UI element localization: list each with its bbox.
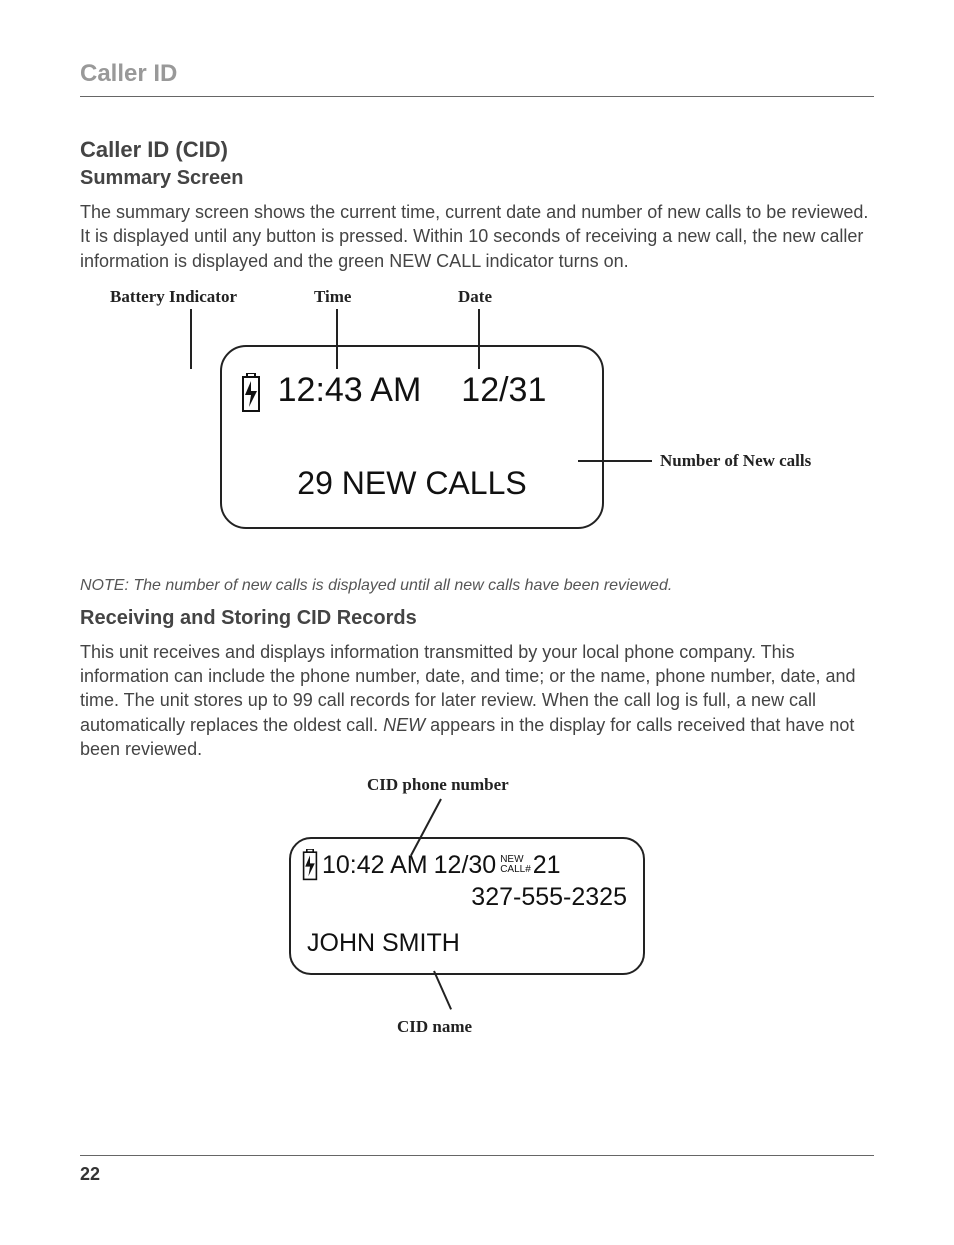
lcd-new-calls: 29 NEW CALLS	[222, 465, 602, 502]
lcd-phone-number: 327-555-2325	[471, 883, 627, 912]
label-battery-indicator: Battery Indicator	[110, 287, 237, 307]
callout-line	[433, 971, 452, 1010]
lcd-name: JOHN SMITH	[307, 929, 460, 958]
paragraph-receiving: This unit receives and displays informat…	[80, 640, 874, 761]
callout-line	[190, 309, 192, 369]
lcd-time: 12:43 AM	[278, 371, 422, 410]
figure-cid-record: CID phone number 10:42 AM 12/30 NEW CALL…	[257, 775, 697, 1055]
lcd-count: 21	[533, 851, 561, 880]
lcd-summary: 12:43 AM 12/31 29 NEW CALLS	[220, 345, 604, 529]
battery-icon	[301, 849, 316, 881]
lcd-new-call-label: NEW CALL#	[500, 855, 531, 875]
label-time: Time	[314, 287, 351, 307]
para2-italic: NEW	[383, 715, 425, 735]
figure-summary-screen: Battery Indicator Time Date Number of Ne…	[80, 287, 874, 567]
label-date: Date	[458, 287, 492, 307]
note-new-calls: NOTE: The number of new calls is display…	[80, 577, 874, 595]
lcd-call-label: CALL#	[500, 865, 531, 875]
lcd-cid: 10:42 AM 12/30 NEW CALL# 21 327-555-2325…	[289, 837, 645, 975]
lcd-date: 12/31	[461, 371, 546, 410]
section-header: Caller ID	[80, 60, 874, 97]
lcd-date: 12/30	[434, 851, 497, 880]
label-number-of-new-calls: Number of New calls	[660, 451, 811, 471]
paragraph-summary: The summary screen shows the current tim…	[80, 200, 874, 273]
heading-caller-id-cid: Caller ID (CID)	[80, 137, 874, 163]
heading-receiving-storing: Receiving and Storing CID Records	[80, 607, 874, 630]
label-cid-phone: CID phone number	[367, 775, 509, 795]
heading-summary-screen: Summary Screen	[80, 167, 874, 190]
page-number: 22	[80, 1155, 874, 1185]
lcd-time: 10:42 AM	[322, 851, 428, 880]
label-cid-name: CID name	[397, 1017, 472, 1037]
